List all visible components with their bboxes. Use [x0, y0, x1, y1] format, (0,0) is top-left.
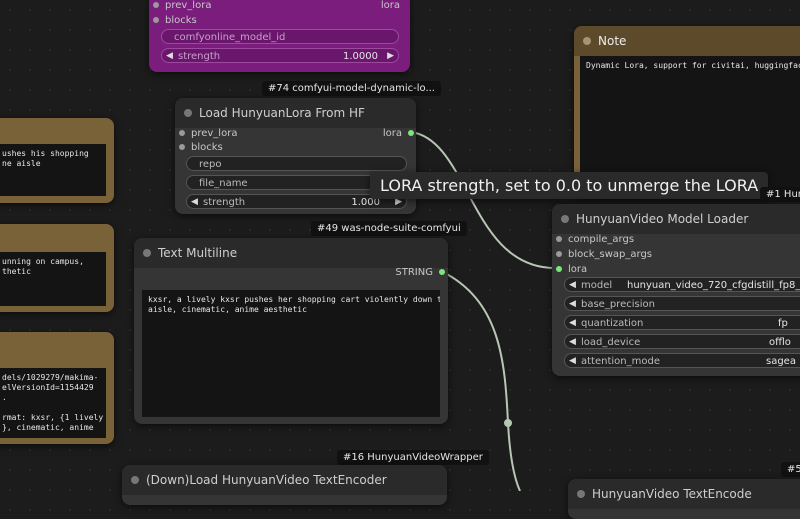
- decrement-arrow-icon[interactable]: ◀: [166, 49, 173, 62]
- decrement-arrow-icon[interactable]: ◀: [191, 195, 198, 208]
- node-title[interactable]: Text Multiline: [134, 238, 448, 268]
- node-49-badge: #49 was-node-suite-comfyui: [311, 221, 467, 236]
- lora-out-slot[interactable]: lora: [383, 128, 414, 139]
- left-note-b[interactable]: unning on campus, thetic: [0, 224, 114, 312]
- wire-reroute-dot: [504, 419, 512, 427]
- string-out-slot[interactable]: STRING: [395, 267, 445, 278]
- node-74-badge: #74 comfyui-model-dynamic-lo...: [262, 81, 441, 96]
- hunyuanvideo-model-loader-node[interactable]: HunyuanVideo Model Loader compile_args b…: [552, 204, 800, 376]
- node-1-badge: #1 Huny: [760, 187, 800, 202]
- note-node[interactable]: Note Dynamic Lora, support for civitai, …: [574, 26, 800, 196]
- textencoder-loader-node[interactable]: (Down)Load HunyuanVideo TextEncoder: [122, 465, 447, 505]
- left-note-c[interactable]: dels/1029279/makima- elVersionId=1154429…: [0, 332, 114, 444]
- lora-prev-lora-slot[interactable]: prev_lora: [179, 128, 237, 139]
- repo-widget[interactable]: repo: [186, 156, 407, 171]
- model-widget[interactable]: ◀ model hunyuan_video_720_cfgdistill_fp8…: [564, 277, 800, 292]
- note-title[interactable]: Note: [574, 26, 800, 56]
- decrement-arrow-icon[interactable]: ◀: [569, 316, 576, 329]
- purple-lora-out-slot[interactable]: lora: [381, 0, 400, 11]
- collapse-dot-icon[interactable]: [577, 490, 585, 498]
- collapse-dot-icon[interactable]: [184, 109, 192, 117]
- hunyuanvideo-textencode-node[interactable]: HunyuanVideo TextEncode: [568, 479, 800, 519]
- node-54-badge: #54: [781, 462, 800, 477]
- compile-args-slot[interactable]: compile_args: [556, 234, 634, 245]
- input-dot-icon: [179, 144, 185, 150]
- note-text[interactable]: unning on campus, thetic: [0, 252, 106, 306]
- attention-mode-widget[interactable]: ◀ attention_mode sagea: [564, 353, 800, 368]
- node-title[interactable]: HunyuanVideo TextEncode: [568, 479, 800, 509]
- lora-blocks-slot[interactable]: blocks: [179, 142, 223, 153]
- output-dot-icon: [408, 130, 414, 136]
- decrement-arrow-icon[interactable]: ◀: [569, 354, 576, 367]
- decrement-arrow-icon[interactable]: ◀: [569, 335, 576, 348]
- load-device-widget[interactable]: ◀ load_device offlo: [564, 334, 800, 349]
- left-note-a[interactable]: ushes his shopping ne aisle: [0, 118, 114, 203]
- input-dot-icon: [556, 236, 562, 242]
- text-area[interactable]: kxsr, a lively kxsr pushes her shopping …: [142, 290, 440, 417]
- input-dot-icon: [556, 251, 562, 257]
- strength-tooltip: LORA strength, set to 0.0 to unmerge the…: [370, 172, 769, 199]
- purple-lora-node[interactable]: prev_lora lora blocks comfyonline_model_…: [149, 0, 410, 72]
- note-text[interactable]: dels/1029279/makima- elVersionId=1154429…: [0, 368, 106, 438]
- node-title[interactable]: Load HunyuanLora From HF: [175, 98, 416, 128]
- node-16-badge: #16 HunyuanVideoWrapper: [337, 450, 489, 465]
- purple-repo-widget[interactable]: comfyonline_model_id: [161, 29, 399, 44]
- base-precision-widget[interactable]: ◀ base_precision: [564, 296, 800, 311]
- note-text[interactable]: ushes his shopping ne aisle: [0, 144, 106, 196]
- purple-blocks-slot[interactable]: blocks: [153, 15, 197, 26]
- collapse-dot-icon[interactable]: [583, 37, 591, 45]
- input-dot-icon: [153, 2, 159, 8]
- block-swap-args-slot[interactable]: block_swap_args: [556, 249, 652, 260]
- decrement-arrow-icon[interactable]: ◀: [569, 278, 576, 291]
- input-dot-icon: [153, 17, 159, 23]
- output-dot-icon: [439, 269, 445, 275]
- collapse-dot-icon[interactable]: [561, 215, 569, 223]
- lora-in-slot[interactable]: lora: [556, 264, 587, 275]
- input-dot-icon: [556, 266, 562, 272]
- input-dot-icon: [179, 130, 185, 136]
- collapse-dot-icon[interactable]: [131, 476, 139, 484]
- node-title[interactable]: HunyuanVideo Model Loader: [552, 204, 800, 234]
- purple-prev-lora-slot[interactable]: prev_lora: [153, 0, 211, 11]
- decrement-arrow-icon[interactable]: ◀: [569, 297, 576, 310]
- text-multiline-node[interactable]: Text Multiline STRING kxsr, a lively kxs…: [134, 238, 448, 424]
- increment-arrow-icon[interactable]: ▶: [387, 49, 394, 62]
- quantization-widget[interactable]: ◀ quantization fp: [564, 315, 800, 330]
- purple-strength-widget[interactable]: ◀ strength 1.0000 ▶: [161, 48, 399, 63]
- collapse-dot-icon[interactable]: [143, 249, 151, 257]
